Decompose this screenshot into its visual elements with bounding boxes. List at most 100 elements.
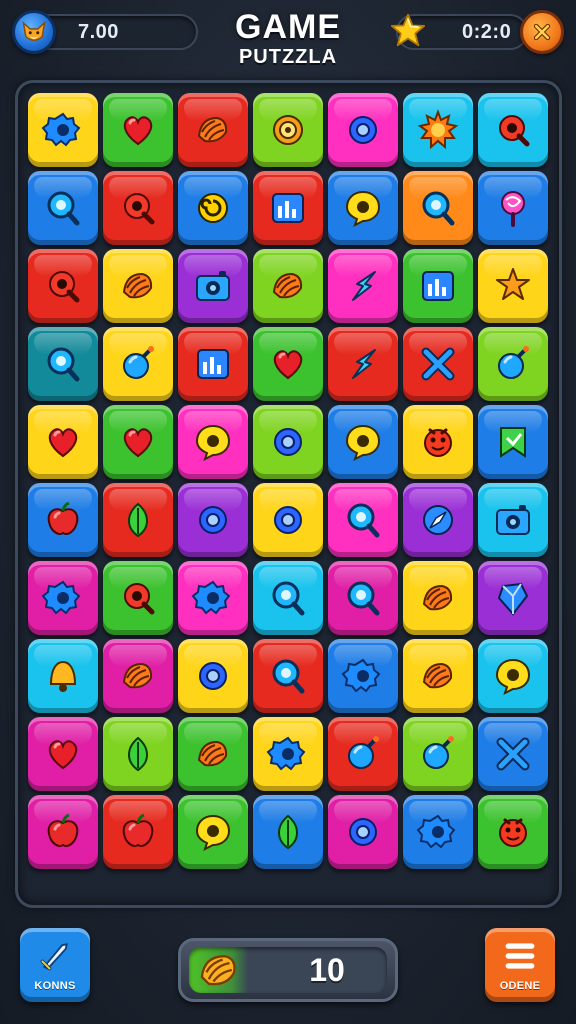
tile-r1-c3[interactable] [178,93,248,167]
tile-r9-c2[interactable] [103,717,173,791]
leaf-icon [128,736,148,772]
tile-r6-c1[interactable] [28,483,98,557]
tile-r7-c7[interactable] [478,561,548,635]
sun-icon [417,109,459,150]
tile-r9-c1[interactable] [28,717,98,791]
tile-r9-c4[interactable] [253,717,323,791]
tile-r8-c4[interactable] [253,639,323,713]
tile-r1-c1[interactable] [28,93,98,167]
q-icon [124,583,155,615]
ring-icon [349,818,377,846]
tile-r3-c3[interactable] [178,249,248,323]
tile-r1-c4[interactable] [253,93,323,167]
tile-r6-c4[interactable] [253,483,323,557]
tile-r6-c2[interactable] [103,483,173,557]
apple-icon [47,501,79,535]
apple-icon [122,813,154,847]
tile-r1-c7[interactable] [478,93,548,167]
tile-r3-c4[interactable] [253,249,323,323]
tile-r6-c6[interactable] [403,483,473,557]
leaf-icon [128,502,148,538]
game-board [15,80,562,908]
konns-button[interactable]: KONNS [20,928,90,1002]
tile-r4-c3[interactable] [178,327,248,401]
tile-r8-c7[interactable] [478,639,548,713]
chart-icon [422,271,454,301]
shell-icon [422,662,453,689]
tile-r3-c7[interactable] [478,249,548,323]
tile-r10-c6[interactable] [403,795,473,869]
heart-icon [48,740,78,770]
tile-r10-c4[interactable] [253,795,323,869]
tile-r6-c5[interactable] [328,483,398,557]
tile-r5-c7[interactable] [478,405,548,479]
tile-r3-c6[interactable] [403,249,473,323]
tile-r10-c1[interactable] [28,795,98,869]
tile-r1-c5[interactable] [328,93,398,167]
konns-button-label: KONNS [34,980,76,992]
tile-r6-c7[interactable] [478,483,548,557]
tile-r8-c6[interactable] [403,639,473,713]
tile-r8-c1[interactable] [28,639,98,713]
tile-r8-c2[interactable] [103,639,173,713]
odene-button[interactable]: ODENE [485,928,555,1002]
bell-icon [49,660,77,692]
q-icon [499,115,530,147]
tile-r5-c4[interactable] [253,405,323,479]
close-icon[interactable] [520,10,564,54]
tile-r2-c2[interactable] [103,171,173,245]
tile-r9-c3[interactable] [178,717,248,791]
magnifier-icon [272,659,305,694]
tile-r4-c1[interactable] [28,327,98,401]
tile-r2-c7[interactable] [478,171,548,245]
tile-r10-c5[interactable] [328,795,398,869]
tile-r9-c6[interactable] [403,717,473,791]
tile-r3-c5[interactable] [328,249,398,323]
tile-r2-c6[interactable] [403,171,473,245]
tile-r7-c6[interactable] [403,561,473,635]
tile-r1-c2[interactable] [103,93,173,167]
ring-icon [349,116,377,144]
tile-r10-c7[interactable] [478,795,548,869]
tile-r4-c6[interactable] [403,327,473,401]
tile-r7-c2[interactable] [103,561,173,635]
tile-r2-c5[interactable] [328,171,398,245]
title-main: GAME [235,8,341,46]
tile-r6-c3[interactable] [178,483,248,557]
tile-r5-c5[interactable] [328,405,398,479]
tile-r5-c1[interactable] [28,405,98,479]
tile-r5-c3[interactable] [178,405,248,479]
tile-r2-c3[interactable] [178,171,248,245]
cross-icon [496,737,530,771]
tile-r7-c5[interactable] [328,561,398,635]
tile-r10-c3[interactable] [178,795,248,869]
lollipop-icon [501,191,525,227]
tile-r4-c2[interactable] [103,327,173,401]
tile-r4-c7[interactable] [478,327,548,401]
heart-icon [123,116,153,146]
chart-icon [197,349,229,379]
tile-r9-c7[interactable] [478,717,548,791]
tile-r5-c2[interactable] [103,405,173,479]
fox-avatar-icon[interactable] [12,10,56,54]
tile-r7-c4[interactable] [253,561,323,635]
tile-r2-c1[interactable] [28,171,98,245]
tile-r5-c6[interactable] [403,405,473,479]
tile-r3-c2[interactable] [103,249,173,323]
tile-r8-c5[interactable] [328,639,398,713]
tile-r7-c1[interactable] [28,561,98,635]
tile-r2-c4[interactable] [253,171,323,245]
tile-r1-c6[interactable] [403,93,473,167]
tile-r3-c1[interactable] [28,249,98,323]
shell-icon [200,955,236,986]
star-icon [390,13,426,47]
tile-r10-c2[interactable] [103,795,173,869]
tile-r4-c5[interactable] [328,327,398,401]
timer-value: 0:2:0 [462,21,512,43]
face-icon [424,428,452,457]
tile-r9-c5[interactable] [328,717,398,791]
tile-r7-c3[interactable] [178,561,248,635]
tile-r4-c4[interactable] [253,327,323,401]
title-sub: PUTZZLA [238,46,338,68]
tile-r8-c3[interactable] [178,639,248,713]
